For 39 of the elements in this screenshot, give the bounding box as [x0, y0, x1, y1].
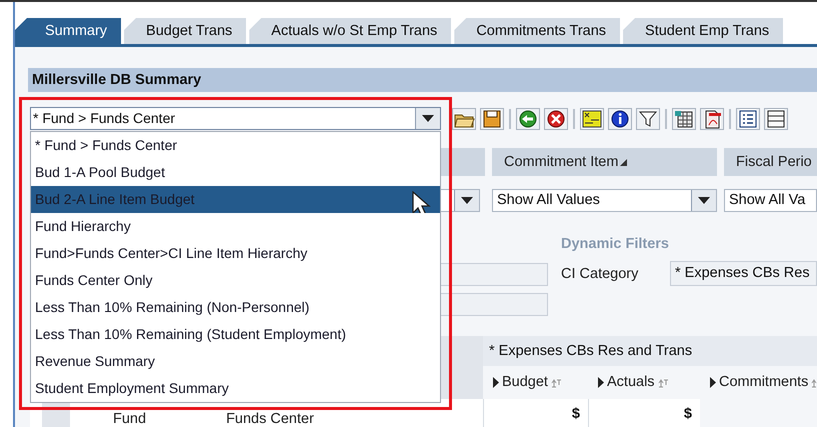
cancel-icon[interactable] — [544, 108, 568, 130]
tab[interactable]: Commitments Trans — [454, 18, 620, 44]
filter-header: Commitment Item — [492, 148, 717, 176]
pdf-icon[interactable] — [700, 108, 724, 130]
expand-icon[interactable] — [710, 377, 716, 388]
view-select[interactable]: * Fund > Funds Center — [30, 107, 441, 130]
save-icon[interactable] — [480, 108, 504, 130]
column-header[interactable]: Budget — [502, 371, 548, 394]
section-title: Millersville DB Summary — [28, 68, 817, 92]
sort-icon[interactable] — [550, 378, 561, 388]
tab[interactable]: Student Emp Trans — [623, 18, 784, 44]
tab[interactable]: Budget Trans — [124, 18, 246, 44]
info-icon[interactable] — [608, 108, 632, 130]
filter-select[interactable]: Show All Values — [492, 189, 717, 212]
layout-icon[interactable] — [764, 108, 788, 130]
caret-icon — [422, 115, 434, 122]
table-cell: $ — [483, 399, 588, 427]
ci-category-field[interactable]: * Expenses CBs Res — [670, 261, 817, 286]
expand-icon[interactable] — [598, 377, 604, 388]
resize-corner-icon — [620, 158, 628, 166]
table-cell: $ — [588, 399, 700, 427]
caret-icon — [461, 197, 473, 204]
spreadsheet-icon[interactable] — [672, 108, 696, 130]
sort-icon[interactable] — [658, 378, 668, 388]
filter-select[interactable]: Show All Va — [724, 189, 817, 212]
tab[interactable]: Actuals w/o St Emp Trans — [249, 18, 452, 44]
column-header[interactable]: Commitments — [719, 371, 808, 394]
dynamic-filters-heading: Dynamic Filters — [561, 236, 670, 254]
list-icon[interactable] — [736, 108, 760, 130]
caret-icon — [698, 197, 710, 204]
folder-icon[interactable] — [452, 108, 476, 130]
grid-icon[interactable] — [580, 108, 604, 130]
column-header[interactable]: Actuals — [607, 371, 655, 394]
field-label: CI Category — [561, 265, 640, 284]
tab[interactable]: Summary — [15, 18, 122, 44]
filter-icon[interactable] — [636, 108, 660, 130]
filter-header: Fiscal Perio — [724, 148, 817, 176]
column-group-header: * Expenses CBs Res and Trans — [483, 336, 817, 366]
expand-icon[interactable] — [493, 377, 499, 388]
